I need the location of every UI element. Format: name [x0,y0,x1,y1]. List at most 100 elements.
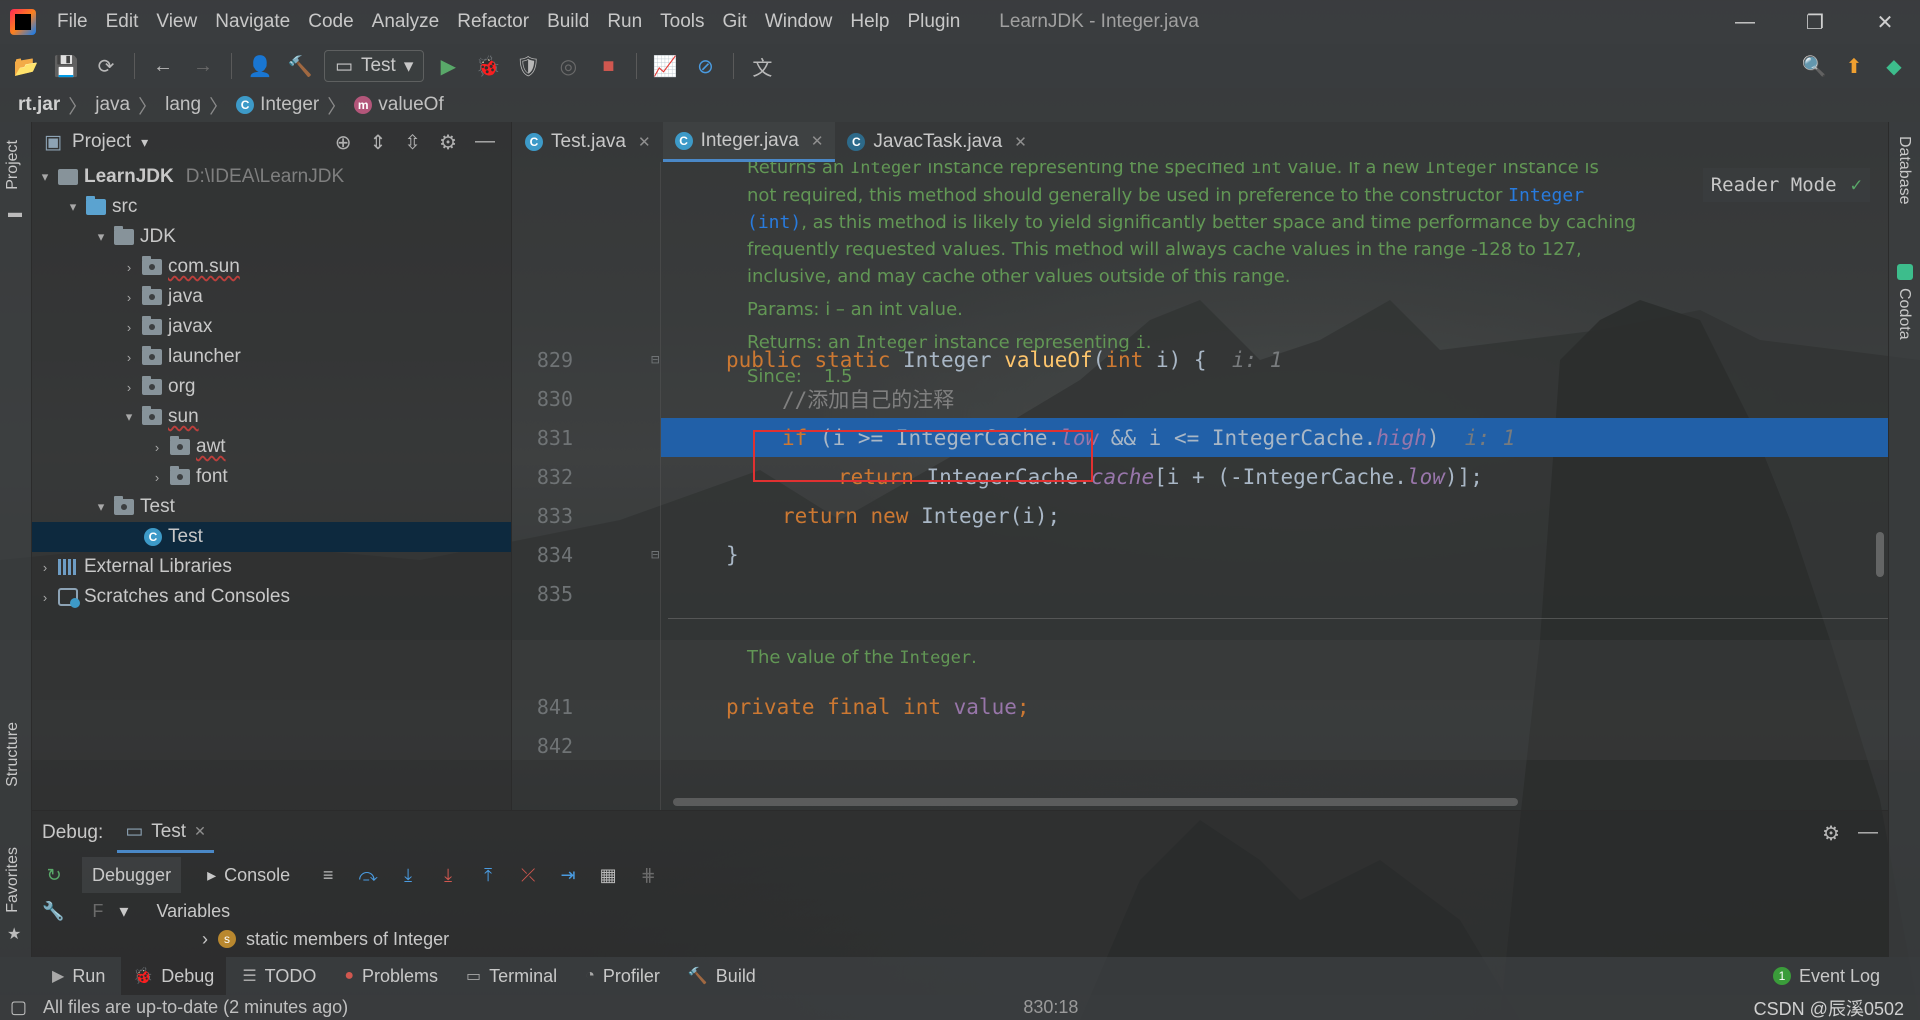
chevron-right-icon[interactable]: › [202,929,208,950]
step-into-icon[interactable]: ⤓ [396,863,420,887]
force-step-into-icon[interactable]: ⤓ [436,863,460,887]
tool-tab-todo[interactable]: ☰ TODO [230,957,328,995]
trace-icon[interactable]: ⋕ [636,863,660,887]
tool-tab-run[interactable]: ▶ Run [40,957,117,995]
status-message[interactable]: All files are up-to-date (2 minutes ago) [43,997,348,1018]
expand-all-icon[interactable]: ⇕ [370,130,387,155]
tool-tab-problems[interactable]: ● Problems [332,957,450,995]
tree-item-test-package[interactable]: ▾ Test [32,492,511,522]
project-panel-title[interactable]: Project [72,131,131,153]
menu-run[interactable]: Run [598,11,651,33]
tree-item-org[interactable]: › org [32,372,511,402]
menu-navigate[interactable]: Navigate [206,11,299,33]
minimize-button[interactable]: — [1710,0,1780,44]
tree-item-jdk[interactable]: ▾ JDK [32,222,511,252]
tool-tab-profiler[interactable]: ◔ Profiler [573,957,672,995]
restore-button[interactable]: ❐ [1780,0,1850,44]
chevron-right-icon[interactable]: › [122,350,136,365]
chevron-right-icon[interactable]: › [122,260,136,275]
step-out-icon[interactable]: ⤒ [476,863,500,887]
update-arrow-icon[interactable]: ⬆ [1838,50,1870,82]
rerun-icon[interactable]: ↻ [42,863,66,887]
tool-tab-debug[interactable]: 🐞 Debug [121,957,227,995]
tab-javactask-java[interactable]: C JavacTask.java ✕ [835,122,1038,162]
coverage-icon[interactable]: 🛡 [512,50,544,82]
chevron-right-icon[interactable]: › [122,320,136,335]
menu-view[interactable]: View [147,11,206,33]
step-over-icon[interactable]: ⤼ [356,863,380,887]
translate-icon[interactable]: 文 [746,50,778,82]
monitor-chart-icon[interactable]: 📈 [649,50,681,82]
chevron-down-icon[interactable]: ▾ [94,499,108,515]
tree-item-test-class[interactable]: C Test [32,522,511,552]
chevron-down-icon[interactable]: ▾ [119,901,128,922]
debug-bug-icon[interactable]: 🐞 [472,50,504,82]
chevron-down-icon[interactable]: ▾ [38,169,52,185]
close-icon[interactable]: ✕ [811,132,824,150]
code-line-841[interactable]: 841 private final int value; [513,687,1888,726]
breadcrumb-jar[interactable]: rt.jar [18,94,60,116]
stop-icon[interactable]: ■ [592,50,624,82]
menu-help[interactable]: Help [841,11,898,33]
panel-toggle-icon[interactable]: ▢ [10,997,27,1018]
gear-icon[interactable]: ⚙ [1822,821,1840,846]
javadoc-link[interactable]: Integer [1508,185,1584,206]
vertical-scrollbar[interactable] [1876,532,1884,577]
tab-test-java[interactable]: C Test.java ✕ [513,122,663,162]
tree-item-java[interactable]: › java [32,282,511,312]
reader-mode-toggle[interactable]: Reader Mode ✓ [1702,168,1870,202]
fold-marker-icon[interactable]: ⊟ [651,547,659,563]
tree-item-font[interactable]: › font [32,462,511,492]
horizontal-scrollbar[interactable] [673,798,1518,806]
wrench-icon[interactable]: 🔧 [42,901,64,922]
chevron-right-icon[interactable]: › [122,290,136,305]
tree-item-sun[interactable]: ▾ sun [32,402,511,432]
database-tool-tab[interactable]: Database [1895,136,1913,205]
hide-panel-icon[interactable]: — [1858,821,1878,846]
forward-icon[interactable]: → [187,50,219,82]
code-editor[interactable]: Reader Mode ✓ Returns an Integer instanc… [513,162,1888,810]
close-icon[interactable]: ✕ [638,133,651,151]
close-button[interactable]: ✕ [1850,0,1920,44]
drop-frame-icon[interactable]: ⤫ [516,863,540,887]
menu-plugin[interactable]: Plugin [898,11,969,33]
sync-icon[interactable]: ⟳ [90,50,122,82]
tree-item-javax[interactable]: › javax [32,312,511,342]
open-folder-icon[interactable]: 📂 [10,50,42,82]
code-line-832[interactable]: 832 return IntegerCache.cache[i + (-Inte… [513,457,1888,496]
menu-window[interactable]: Window [756,11,842,33]
tree-item-learnjdk[interactable]: ▾ LearnJDK D:\IDEA\LearnJDK [32,162,511,192]
user-icon[interactable]: 👤 [244,50,276,82]
plugin-logo-icon[interactable]: ◆ [1878,50,1910,82]
chevron-down-icon[interactable]: ▾ [141,134,148,151]
tree-item-scratches[interactable]: › Scratches and Consoles [32,582,511,612]
no-entry-icon[interactable]: ⊘ [689,50,721,82]
collapse-all-icon[interactable]: ⇳ [404,130,421,155]
tree-item-src[interactable]: ▾ src [32,192,511,222]
back-icon[interactable]: ← [147,50,179,82]
close-icon[interactable]: ✕ [1014,133,1027,151]
code-line-833[interactable]: 833 return new Integer(i); [513,496,1888,535]
menu-git[interactable]: Git [714,11,756,33]
gear-icon[interactable]: ⚙ [439,130,457,155]
save-icon[interactable]: 💾 [50,50,82,82]
favorites-tool-tab[interactable]: Favorites [4,847,22,913]
tree-item-launcher[interactable]: › launcher [32,342,511,372]
codota-tool-tab[interactable]: Codota [1895,288,1913,340]
run-icon[interactable]: ▶ [432,50,464,82]
chevron-down-icon[interactable]: ▾ [66,199,80,215]
locate-target-icon[interactable]: ⊕ [335,130,352,155]
tree-item-external-libraries[interactable]: › External Libraries [32,552,511,582]
caret-position[interactable]: 830:18 [1023,997,1078,1018]
code-line-834[interactable]: 834 ⊟ } [513,535,1888,574]
evaluate-table-icon[interactable]: ▦ [596,863,620,887]
structure-tool-tab[interactable]: Structure [4,722,22,787]
chevron-right-icon[interactable]: › [38,560,52,575]
event-log-tab[interactable]: 1 Event Log [1772,966,1920,987]
chevron-right-icon[interactable]: › [122,380,136,395]
breadcrumb-method[interactable]: m valueOf [354,94,444,116]
debug-session-tab[interactable]: ▭ Test ✕ [117,813,214,853]
code-line-830[interactable]: 830 //添加自己的注释 [513,379,1888,418]
menu-tools[interactable]: Tools [651,11,713,33]
code-line-829[interactable]: 829 ⊟ public static Integer valueOf(int … [513,340,1888,379]
